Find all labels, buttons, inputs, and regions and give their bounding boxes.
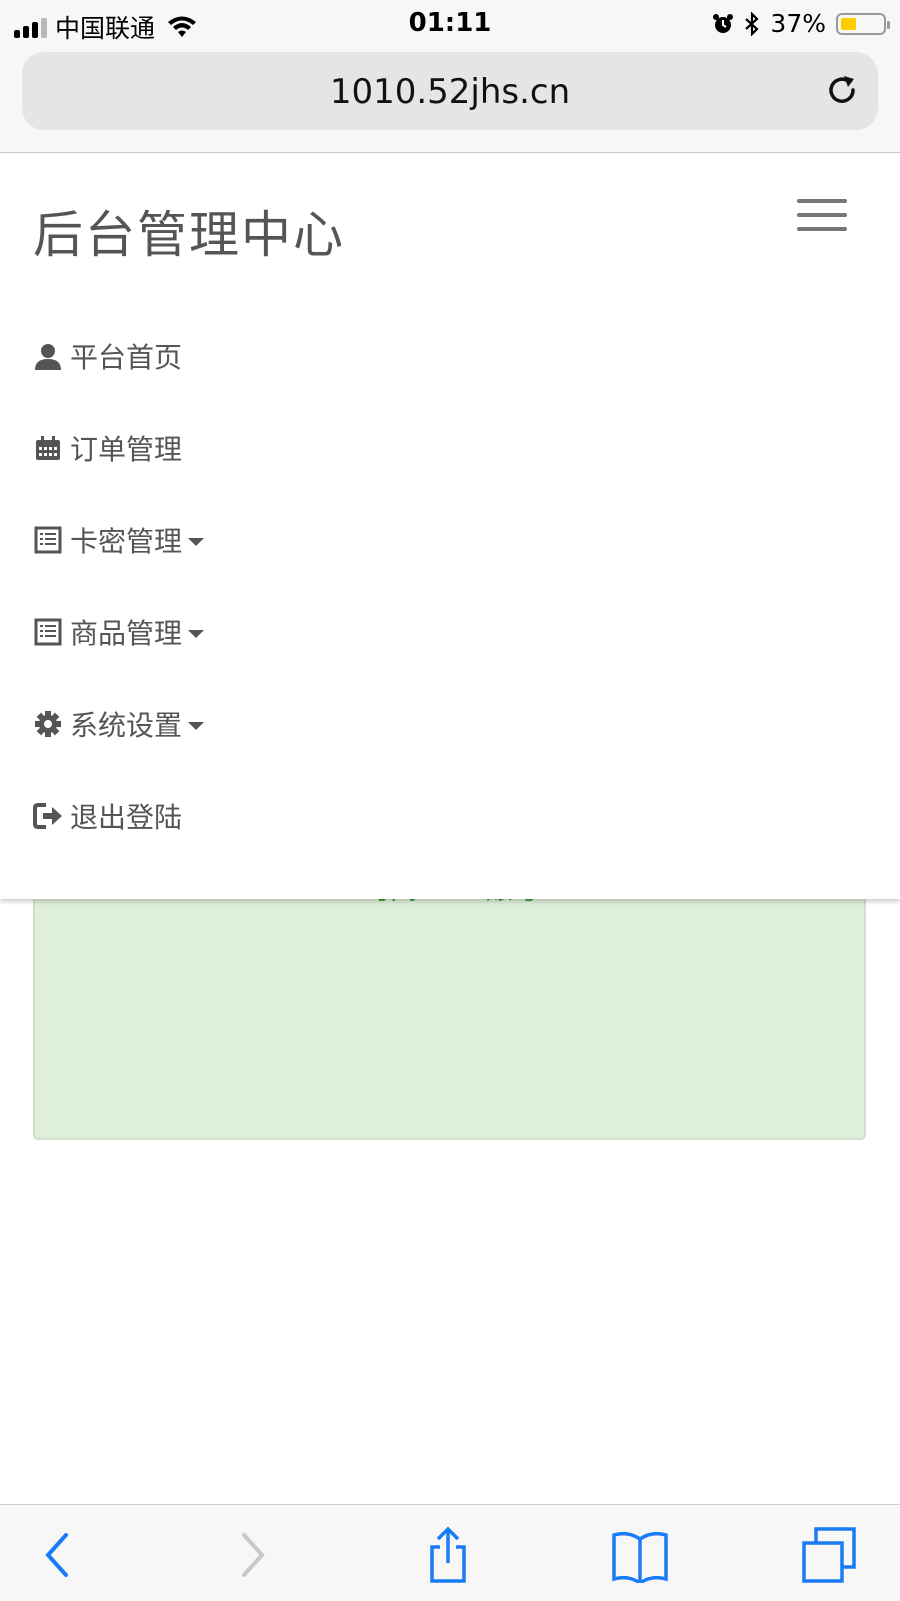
- navbar: 后台管理中心 平台首页 订单管理 卡密管理 商品管理 系统设置 退出登陆: [0, 153, 900, 899]
- menu-item-products[interactable]: 商品管理: [32, 607, 205, 657]
- info-panel: 时间 账号: [33, 875, 866, 1140]
- menu-item-settings[interactable]: 系统设置: [32, 699, 205, 749]
- menu-label: 平台首页: [70, 341, 183, 374]
- menu-label: 订单管理: [70, 433, 183, 466]
- menu-label: 系统设置: [70, 709, 183, 742]
- sign-out-icon: [32, 800, 64, 832]
- browser-toolbar: [0, 1504, 900, 1601]
- tabs-icon[interactable]: [800, 1527, 860, 1583]
- gear-icon: [32, 708, 64, 740]
- url-text[interactable]: 1010.52jhs.cn: [22, 72, 878, 112]
- alarm-icon: [713, 13, 734, 33]
- address-bar[interactable]: 1010.52jhs.cn: [22, 52, 878, 130]
- chevron-down-icon: [188, 538, 205, 546]
- battery-fill: [841, 17, 856, 30]
- bookmarks-icon[interactable]: [610, 1527, 670, 1583]
- list-icon: [32, 616, 64, 648]
- battery-percent: 37%: [770, 9, 826, 38]
- chevron-down-icon: [188, 630, 205, 638]
- menu-label: 退出登陆: [70, 801, 183, 834]
- list-icon: [32, 524, 64, 556]
- calendar-icon: [32, 432, 64, 464]
- menu-label: 卡密管理: [70, 525, 183, 558]
- browser-address-area: 1010.52jhs.cn: [0, 46, 900, 153]
- back-icon[interactable]: [28, 1527, 88, 1583]
- menu-label: 商品管理: [70, 617, 183, 650]
- menu-toggle-button[interactable]: [797, 199, 847, 235]
- share-icon[interactable]: [418, 1527, 478, 1583]
- menu-item-orders[interactable]: 订单管理: [32, 423, 182, 473]
- status-bar: 中国联通 01:11 37%: [0, 0, 900, 46]
- forward-icon[interactable]: [222, 1527, 282, 1583]
- menu-item-logout[interactable]: 退出登陆: [32, 791, 182, 841]
- chevron-down-icon: [188, 722, 205, 730]
- battery-icon: [836, 12, 890, 35]
- menu-item-cards[interactable]: 卡密管理: [32, 515, 205, 565]
- user-icon: [32, 340, 64, 372]
- brand-title[interactable]: 后台管理中心: [33, 195, 345, 267]
- reload-icon[interactable]: [824, 72, 860, 108]
- bluetooth-icon: [745, 11, 760, 36]
- menu-item-home[interactable]: 平台首页: [32, 331, 182, 381]
- status-right: 37%: [712, 9, 890, 38]
